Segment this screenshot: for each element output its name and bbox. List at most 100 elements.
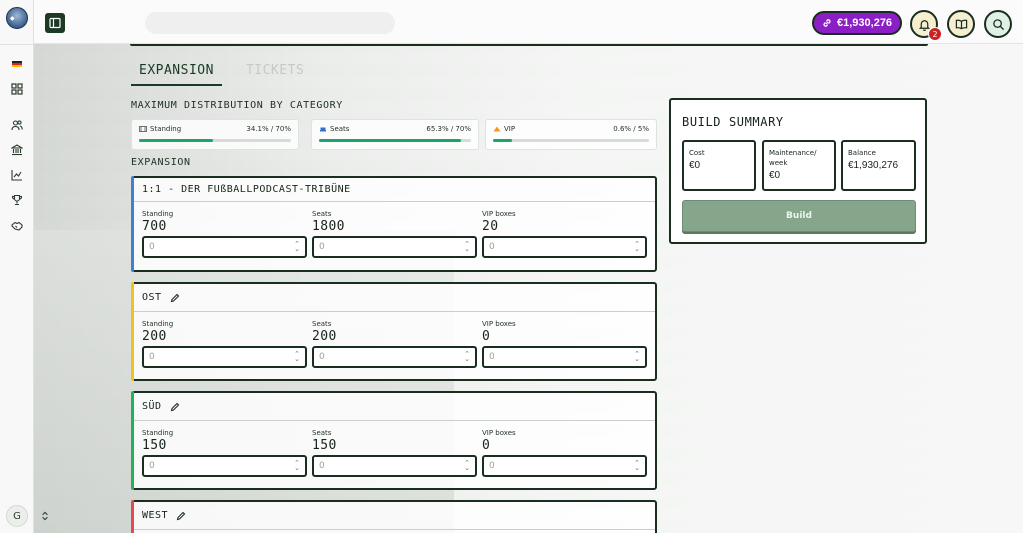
seats-value: 150 xyxy=(312,438,337,453)
stand-card: OST Standing 200 0 ⌃ ⌄ Seats 200 0 ⌃ ⌄ VIP b… xyxy=(131,282,657,381)
notifications-button[interactable]: 2 xyxy=(910,10,942,41)
stepper-icon[interactable]: ⌃ ⌄ xyxy=(464,460,470,472)
stand-accent xyxy=(131,500,134,533)
club-logo-icon[interactable]: ◆ xyxy=(6,7,28,29)
distribution-value: 0.6% / 5% xyxy=(613,125,649,133)
build-button[interactable]: Build xyxy=(682,200,916,232)
vip-input[interactable]: 0 ⌃ ⌄ xyxy=(482,455,647,477)
input-placeholder: 0 xyxy=(489,242,495,252)
field-label: VIP boxes xyxy=(482,429,516,437)
maintenance-label: Maintenance/ week xyxy=(769,149,817,167)
edit-pencil-icon[interactable] xyxy=(176,511,186,521)
header-placeholder xyxy=(145,12,395,34)
field-label: Standing xyxy=(142,320,174,328)
tab-expansion[interactable]: EXPANSION xyxy=(131,63,222,86)
stepper-icon[interactable]: ⌃ ⌄ xyxy=(464,351,470,363)
distribution-bar-fill xyxy=(319,139,461,142)
field-label: Seats xyxy=(312,429,332,437)
chevron-updown-icon[interactable] xyxy=(39,509,51,523)
seats-input[interactable]: 0 ⌃ ⌄ xyxy=(312,346,477,368)
stepper-icon[interactable]: ⌃ ⌄ xyxy=(464,241,470,253)
standing-input[interactable]: 0 ⌃ ⌄ xyxy=(142,346,307,368)
user-avatar[interactable]: G xyxy=(6,505,28,527)
cost-label: Cost xyxy=(689,149,705,157)
guide-button[interactable] xyxy=(947,10,975,38)
field-label: Seats xyxy=(312,320,332,328)
vip-field: VIP boxes 0 0 ⌃ ⌄ xyxy=(482,429,647,477)
vip-input[interactable]: 0 ⌃ ⌄ xyxy=(482,346,647,368)
bell-icon xyxy=(918,19,930,31)
tab-tickets[interactable]: TICKETS xyxy=(246,63,304,86)
distribution-bar-fill xyxy=(493,139,512,142)
vip-input[interactable]: 0 ⌃ ⌄ xyxy=(482,236,647,258)
distribution-label: VIP xyxy=(504,125,516,133)
tab-bar: EXPANSION TICKETS xyxy=(131,63,304,86)
top-bar: €1,930,276 2 xyxy=(34,0,1023,44)
seats-input[interactable]: 0 ⌃ ⌄ xyxy=(312,236,477,258)
cost-value: €0 xyxy=(689,160,701,171)
bank-icon[interactable] xyxy=(9,142,25,158)
seats-field: Seats 1800 0 ⌃ ⌄ xyxy=(312,210,477,258)
stepper-icon[interactable]: ⌃ ⌄ xyxy=(634,351,640,363)
vip-value: 0 xyxy=(482,329,491,344)
balance-pill[interactable]: €1,930,276 xyxy=(812,11,902,35)
distribution-bar xyxy=(319,139,471,142)
dashboard-icon[interactable] xyxy=(9,81,25,97)
stand-name: 1:1 - DER FUßBALLPODCAST-TRIBÜNE xyxy=(142,184,351,195)
field-label: VIP boxes xyxy=(482,320,516,328)
seats-value: 200 xyxy=(312,329,337,344)
seats-icon xyxy=(320,127,326,132)
stand-name: WEST xyxy=(142,510,169,521)
input-placeholder: 0 xyxy=(149,461,155,471)
seats-field: Seats 200 0 ⌃ ⌄ xyxy=(312,320,477,368)
input-placeholder: 0 xyxy=(319,352,325,362)
maintenance-box: Maintenance/ week €0 xyxy=(762,140,836,191)
stand-name: OST xyxy=(142,292,162,303)
field-label: VIP boxes xyxy=(482,210,516,218)
seats-input[interactable]: 0 ⌃ ⌄ xyxy=(312,455,477,477)
trophy-icon[interactable] xyxy=(9,192,25,208)
input-placeholder: 0 xyxy=(319,242,325,252)
standing-icon xyxy=(139,126,147,132)
distribution-card-seats: Seats 65.3% / 70% xyxy=(311,119,479,150)
search-button[interactable] xyxy=(984,10,1012,38)
balance-box: Balance €1,930,276 xyxy=(841,140,916,191)
header-accent-line xyxy=(130,44,928,46)
handshake-icon[interactable] xyxy=(9,218,25,234)
stand-header: WEST xyxy=(133,502,655,530)
standing-input[interactable]: 0 ⌃ ⌄ xyxy=(142,236,307,258)
stepper-icon[interactable]: ⌃ ⌄ xyxy=(634,460,640,472)
stepper-icon[interactable]: ⌃ ⌄ xyxy=(294,351,300,363)
vip-value: 0 xyxy=(482,438,491,453)
link-icon xyxy=(823,19,831,27)
notification-badge: 2 xyxy=(928,27,942,41)
chart-icon[interactable] xyxy=(9,167,25,183)
main-content: EXPANSION TICKETS MAXIMUM DISTRIBUTION B… xyxy=(34,46,1023,533)
distribution-bar xyxy=(493,139,649,142)
panel-toggle-button[interactable] xyxy=(45,13,65,33)
input-placeholder: 0 xyxy=(319,461,325,471)
stand-header: SÜD xyxy=(133,393,655,421)
flag-icon[interactable] xyxy=(9,56,25,72)
standing-input[interactable]: 0 ⌃ ⌄ xyxy=(142,455,307,477)
search-icon xyxy=(992,18,1004,30)
stepper-icon[interactable]: ⌃ ⌄ xyxy=(634,241,640,253)
input-placeholder: 0 xyxy=(489,461,495,471)
standing-field: Standing 700 0 ⌃ ⌄ xyxy=(142,210,307,258)
input-placeholder: 0 xyxy=(489,352,495,362)
distribution-title: MAXIMUM DISTRIBUTION BY CATEGORY xyxy=(131,100,343,111)
distribution-card-vip: VIP 0.6% / 5% xyxy=(485,119,657,150)
summary-balance-value: €1,930,276 xyxy=(848,160,899,171)
edit-pencil-icon[interactable] xyxy=(170,293,180,303)
edit-pencil-icon[interactable] xyxy=(170,402,180,412)
stand-card: SÜD Standing 150 0 ⌃ ⌄ Seats 150 0 ⌃ ⌄ VIP b… xyxy=(131,391,657,490)
distribution-bar xyxy=(139,139,291,142)
stand-name: SÜD xyxy=(142,401,162,412)
seats-field: Seats 150 0 ⌃ ⌄ xyxy=(312,429,477,477)
stepper-icon[interactable]: ⌃ ⌄ xyxy=(294,241,300,253)
expansion-title: EXPANSION xyxy=(131,157,191,168)
vip-field: VIP boxes 20 0 ⌃ ⌄ xyxy=(482,210,647,258)
sidebar-divider xyxy=(0,44,34,45)
stepper-icon[interactable]: ⌃ ⌄ xyxy=(294,460,300,472)
users-icon[interactable] xyxy=(9,117,25,133)
